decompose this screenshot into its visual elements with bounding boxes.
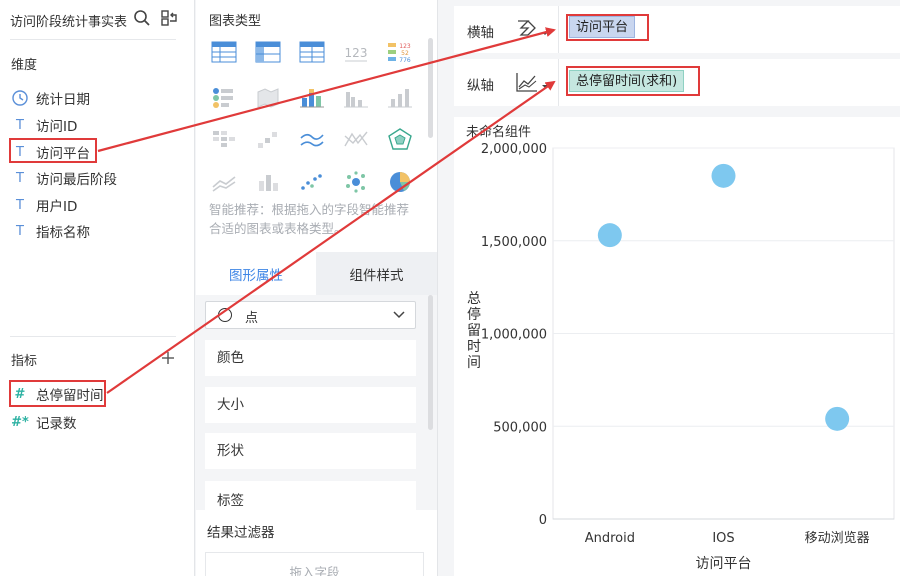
chart-type-heading: 图表类型 [209,14,262,29]
scatter-point [711,163,736,188]
number-card-icon[interactable]: 123 [340,38,372,66]
svg-text:123: 123 [399,43,411,50]
dataset-panel: 访问阶段统计事实表 维度 统计日期 T 访问ID T 访问平台 T 访问最后阶段… [0,0,195,576]
dimension-field-metric-name[interactable]: T 指标名称 [11,221,90,242]
mark-type-select[interactable]: 点 [205,301,416,329]
text-type-icon: T [16,170,24,186]
metrics-divider [10,336,176,337]
metric-field-record-count[interactable]: #* 记录数 [11,412,77,433]
y-axis-separator [558,59,559,106]
result-filter-heading: 结果过滤器 [207,525,275,541]
add-metric-icon[interactable] [161,351,175,365]
color-property[interactable]: 颜色 [205,340,416,376]
y-tick-label: 2,000,000 [481,142,547,157]
y-tick-label: 0 [539,513,547,528]
mark-type-value: 点 [245,311,259,326]
radar-chart-icon[interactable] [384,125,416,153]
chart-type-scrollbar[interactable] [428,38,433,138]
filter-drop-zone[interactable]: 拖入字段 [205,552,424,576]
bubble-chart-icon[interactable] [340,168,372,196]
y-axis-type-icon[interactable] [515,71,549,93]
x-axis-separator [558,6,559,53]
header-divider [10,39,176,40]
metrics-heading: 指标 [11,354,38,369]
bar-chart-icon[interactable] [384,83,416,111]
circle-mark-icon [218,308,232,322]
x-axis-title: 访问平台 [696,556,752,572]
area-chart-icon[interactable] [208,168,240,196]
x-tick-label: 移动浏览器 [805,530,870,546]
y-axis-title: 总停留时间 [467,291,481,371]
y-axis-label: 纵轴 [467,78,494,94]
grouped-bar-icon[interactable] [340,83,372,111]
svg-text:123: 123 [345,46,368,60]
smart-recommend-tip: 智能推荐：根据拖入的字段智能推荐合适的图表或表格类型。 [209,202,410,236]
clock-icon [12,90,28,106]
box-plot-icon[interactable] [252,168,284,196]
scatter-chart-icon[interactable] [296,168,328,196]
svg-text:776: 776 [399,57,411,63]
dimension-label: 访问ID [36,119,78,135]
x-tick-label: Android [585,531,635,546]
highlight-box-y-field [566,66,700,96]
properties-scrollbar[interactable] [428,295,433,430]
metric-label: 记录数 [36,416,77,432]
dimension-label: 访问最后阶段 [36,172,117,188]
step-bars-icon[interactable] [252,125,284,153]
dimension-field-user-id[interactable]: T 用户ID [11,195,78,216]
chevron-down-icon [393,311,405,319]
size-property[interactable]: 大小 [205,387,416,423]
group-table-icon[interactable] [252,38,284,66]
tab-graphic-properties[interactable]: 图形属性 [196,252,316,295]
dimension-field-last-stage[interactable]: T 访问最后阶段 [11,168,117,189]
dimension-field-visit-id[interactable]: T 访问ID [11,115,78,136]
y-tick-label: 500,000 [493,420,547,435]
x-axis-row: 横轴 [454,6,900,53]
text-type-icon: T [16,197,24,213]
scatter-chart: 0 500,000 1,000,000 1,500,000 2,000,000 Andro… [467,142,895,572]
highlight-box-stay-time [9,380,106,407]
hash-star-icon: #* [11,414,29,430]
kpi-indicator-icon[interactable] [208,83,240,111]
shape-property[interactable]: 形状 [205,433,416,469]
table-chart-icon[interactable] [208,38,240,66]
map-chart-icon[interactable] [252,83,284,111]
search-icon[interactable] [133,9,151,27]
dataset-header: 访问阶段统计事实表 [10,9,185,31]
x-tick-label: IOS [712,531,734,546]
pie-chart-icon[interactable] [384,168,416,196]
dimension-label: 指标名称 [36,225,90,241]
highlight-box-platform [9,138,97,163]
label-property[interactable]: 标签 [205,481,416,510]
stacked-bar-icon[interactable] [296,83,328,111]
radar-line-icon[interactable] [340,125,372,153]
y-tick-label: 1,000,000 [481,328,547,343]
switch-dataset-icon[interactable] [160,9,178,27]
property-tabs: 图形属性 组件样式 [196,252,437,295]
y-tick-label: 1,500,000 [481,235,547,250]
cross-table-icon[interactable] [296,38,328,66]
x-axis-label: 横轴 [467,25,494,41]
text-type-icon: T [16,117,24,133]
dimensions-heading: 维度 [11,58,38,73]
chart-widget: 未命名组件 0 500,000 1,000,000 1,500,000 2,000,00… [454,117,900,576]
dimension-field-date[interactable]: 统计日期 [11,88,90,108]
colored-number-table-icon[interactable]: 123 52 776 [384,38,416,66]
scatter-point [597,223,622,248]
scatter-point [825,406,850,431]
dimension-label: 用户ID [36,199,78,215]
text-type-icon: T [16,223,24,239]
graphic-properties-area: 点 颜色 大小 形状 标签 [196,295,437,510]
dimension-label: 统计日期 [36,92,90,108]
tab-component-style[interactable]: 组件样式 [316,252,437,295]
config-panel: 图表类型 123 123 52 776 智能推荐：根据拖入的字段智能推荐合适的图… [196,0,438,576]
line-chart-icon[interactable] [296,125,328,153]
grid-cells-icon[interactable] [208,125,240,153]
dataset-title: 访问阶段统计事实表 [10,15,128,30]
svg-text:52: 52 [401,50,409,57]
highlight-box-x-field [566,14,649,41]
x-axis-type-icon[interactable] [515,18,549,40]
